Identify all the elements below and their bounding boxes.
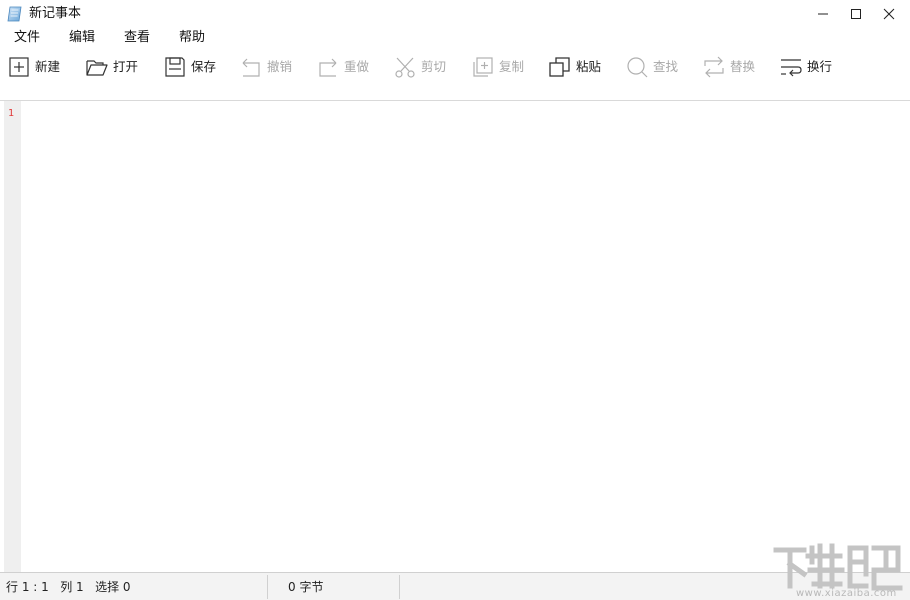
save-icon: [165, 57, 185, 77]
undo-button[interactable]: 撤销: [239, 54, 292, 80]
menu-bar: 文件 编辑 查看 帮助: [0, 28, 910, 48]
line-number-gutter: [4, 101, 21, 572]
watermark-url: www.xiazaiba.com: [796, 588, 897, 599]
replace-button[interactable]: 替换: [702, 54, 755, 80]
minimize-icon: [818, 13, 828, 15]
paste-label: 粘贴: [576, 59, 602, 74]
find-label: 查找: [653, 59, 679, 74]
status-divider: [399, 575, 400, 599]
menu-view[interactable]: 查看: [124, 30, 150, 46]
notepad-app-icon: [7, 6, 22, 22]
replace-icon: [704, 56, 724, 78]
undo-label: 撤销: [267, 59, 293, 74]
notepad-window: 新记事本 文件 编辑 查看 帮助 新建 打开 保存 撤销 重做 剪切 复制 粘贴…: [0, 0, 910, 600]
menu-help[interactable]: 帮助: [179, 30, 205, 46]
search-icon: [627, 57, 648, 78]
maximize-button[interactable]: [839, 0, 873, 28]
status-bar: 行 1 : 1 列 1 选择 0 0 字节: [0, 572, 910, 600]
cursor-position-status: 行 1 : 1 列 1 选择 0: [6, 580, 131, 594]
maximize-icon: [851, 9, 861, 19]
minimize-button[interactable]: [806, 0, 840, 28]
undo-icon: [242, 58, 260, 77]
redo-icon: [319, 58, 337, 77]
new-file-icon: [9, 57, 29, 77]
save-button[interactable]: 保存: [163, 54, 216, 80]
wrap-button[interactable]: 换行: [779, 54, 832, 80]
menu-file[interactable]: 文件: [14, 30, 40, 46]
byte-count-status: 0 字节: [288, 580, 324, 594]
title-bar: 新记事本: [0, 0, 910, 28]
cut-button[interactable]: 剪切: [393, 54, 446, 80]
find-button[interactable]: 查找: [625, 54, 678, 80]
paste-icon: [549, 57, 570, 77]
close-icon: [883, 8, 895, 20]
save-label: 保存: [191, 59, 217, 74]
wrap-icon: [781, 59, 802, 77]
copy-icon: [473, 57, 493, 77]
close-button[interactable]: [872, 0, 906, 28]
cut-icon: [395, 57, 415, 78]
new-button[interactable]: 新建: [7, 54, 60, 80]
status-divider: [267, 575, 268, 599]
redo-label: 重做: [344, 59, 370, 74]
text-editor-area[interactable]: [22, 101, 908, 572]
redo-button[interactable]: 重做: [316, 54, 369, 80]
editor: 1: [0, 101, 910, 572]
menu-edit[interactable]: 编辑: [69, 30, 95, 46]
wrap-label: 换行: [807, 59, 833, 74]
toolbar: 新建 打开 保存 撤销 重做 剪切 复制 粘贴 查找 替换 换行: [0, 48, 910, 101]
replace-label: 替换: [730, 59, 756, 74]
line-number: 1: [8, 108, 15, 119]
paste-button[interactable]: 粘贴: [548, 54, 601, 80]
open-label: 打开: [113, 59, 139, 74]
open-folder-icon: [86, 60, 108, 76]
new-label: 新建: [35, 59, 61, 74]
cut-label: 剪切: [421, 59, 447, 74]
window-title: 新记事本: [29, 6, 82, 21]
open-button[interactable]: 打开: [85, 54, 138, 80]
copy-label: 复制: [499, 59, 525, 74]
copy-button[interactable]: 复制: [471, 54, 524, 80]
